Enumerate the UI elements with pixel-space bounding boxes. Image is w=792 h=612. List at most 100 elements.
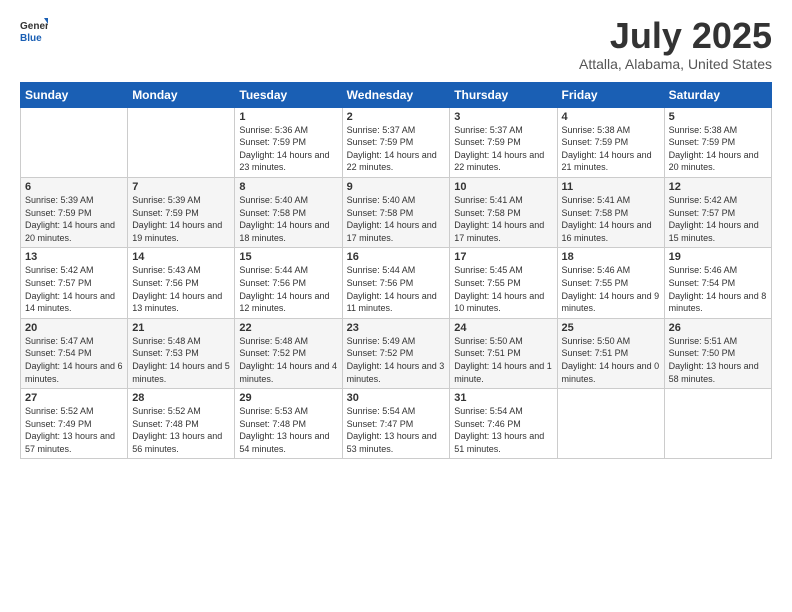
day-info: Sunrise: 5:42 AM Sunset: 7:57 PM Dayligh… [25,264,123,314]
table-row: 21Sunrise: 5:48 AM Sunset: 7:53 PM Dayli… [128,318,235,388]
title-block: July 2025 Attalla, Alabama, United State… [579,16,772,72]
day-number: 5 [669,111,767,123]
table-row: 19Sunrise: 5:46 AM Sunset: 7:54 PM Dayli… [664,248,771,318]
table-row: 30Sunrise: 5:54 AM Sunset: 7:47 PM Dayli… [342,389,450,459]
day-info: Sunrise: 5:36 AM Sunset: 7:59 PM Dayligh… [239,124,337,174]
table-row: 8Sunrise: 5:40 AM Sunset: 7:58 PM Daylig… [235,177,342,247]
table-row: 23Sunrise: 5:49 AM Sunset: 7:52 PM Dayli… [342,318,450,388]
table-row: 31Sunrise: 5:54 AM Sunset: 7:46 PM Dayli… [450,389,557,459]
day-info: Sunrise: 5:47 AM Sunset: 7:54 PM Dayligh… [25,335,123,385]
day-info: Sunrise: 5:38 AM Sunset: 7:59 PM Dayligh… [562,124,660,174]
day-info: Sunrise: 5:48 AM Sunset: 7:53 PM Dayligh… [132,335,230,385]
day-number: 29 [239,392,337,404]
table-row: 12Sunrise: 5:42 AM Sunset: 7:57 PM Dayli… [664,177,771,247]
day-info: Sunrise: 5:40 AM Sunset: 7:58 PM Dayligh… [239,194,337,244]
col-wednesday: Wednesday [342,82,450,107]
table-row: 2Sunrise: 5:37 AM Sunset: 7:59 PM Daylig… [342,107,450,177]
table-row: 15Sunrise: 5:44 AM Sunset: 7:56 PM Dayli… [235,248,342,318]
table-row: 9Sunrise: 5:40 AM Sunset: 7:58 PM Daylig… [342,177,450,247]
day-number: 11 [562,181,660,193]
day-info: Sunrise: 5:41 AM Sunset: 7:58 PM Dayligh… [454,194,552,244]
day-number: 20 [25,322,123,334]
location-subtitle: Attalla, Alabama, United States [579,56,772,72]
col-saturday: Saturday [664,82,771,107]
day-info: Sunrise: 5:44 AM Sunset: 7:56 PM Dayligh… [239,264,337,314]
day-number: 19 [669,251,767,263]
calendar-week-row: 20Sunrise: 5:47 AM Sunset: 7:54 PM Dayli… [21,318,772,388]
table-row: 24Sunrise: 5:50 AM Sunset: 7:51 PM Dayli… [450,318,557,388]
day-info: Sunrise: 5:44 AM Sunset: 7:56 PM Dayligh… [347,264,446,314]
table-row: 4Sunrise: 5:38 AM Sunset: 7:59 PM Daylig… [557,107,664,177]
day-number: 13 [25,251,123,263]
day-number: 14 [132,251,230,263]
day-info: Sunrise: 5:38 AM Sunset: 7:59 PM Dayligh… [669,124,767,174]
day-info: Sunrise: 5:53 AM Sunset: 7:48 PM Dayligh… [239,405,337,455]
day-number: 21 [132,322,230,334]
table-row: 20Sunrise: 5:47 AM Sunset: 7:54 PM Dayli… [21,318,128,388]
table-row: 28Sunrise: 5:52 AM Sunset: 7:48 PM Dayli… [128,389,235,459]
col-tuesday: Tuesday [235,82,342,107]
day-info: Sunrise: 5:43 AM Sunset: 7:56 PM Dayligh… [132,264,230,314]
calendar-week-row: 6Sunrise: 5:39 AM Sunset: 7:59 PM Daylig… [21,177,772,247]
table-row [557,389,664,459]
calendar-table: Sunday Monday Tuesday Wednesday Thursday… [20,82,772,460]
day-info: Sunrise: 5:50 AM Sunset: 7:51 PM Dayligh… [454,335,552,385]
calendar-week-row: 13Sunrise: 5:42 AM Sunset: 7:57 PM Dayli… [21,248,772,318]
table-row: 5Sunrise: 5:38 AM Sunset: 7:59 PM Daylig… [664,107,771,177]
table-row: 7Sunrise: 5:39 AM Sunset: 7:59 PM Daylig… [128,177,235,247]
day-info: Sunrise: 5:48 AM Sunset: 7:52 PM Dayligh… [239,335,337,385]
day-number: 12 [669,181,767,193]
day-number: 8 [239,181,337,193]
table-row [664,389,771,459]
day-info: Sunrise: 5:39 AM Sunset: 7:59 PM Dayligh… [132,194,230,244]
day-info: Sunrise: 5:40 AM Sunset: 7:58 PM Dayligh… [347,194,446,244]
day-number: 10 [454,181,552,193]
col-friday: Friday [557,82,664,107]
day-number: 27 [25,392,123,404]
day-info: Sunrise: 5:41 AM Sunset: 7:58 PM Dayligh… [562,194,660,244]
page-header: General Blue July 2025 Attalla, Alabama,… [20,16,772,72]
day-info: Sunrise: 5:46 AM Sunset: 7:54 PM Dayligh… [669,264,767,314]
day-number: 4 [562,111,660,123]
logo: General Blue [20,16,48,44]
day-info: Sunrise: 5:50 AM Sunset: 7:51 PM Dayligh… [562,335,660,385]
col-thursday: Thursday [450,82,557,107]
table-row: 10Sunrise: 5:41 AM Sunset: 7:58 PM Dayli… [450,177,557,247]
table-row: 6Sunrise: 5:39 AM Sunset: 7:59 PM Daylig… [21,177,128,247]
table-row [21,107,128,177]
day-info: Sunrise: 5:39 AM Sunset: 7:59 PM Dayligh… [25,194,123,244]
table-row: 1Sunrise: 5:36 AM Sunset: 7:59 PM Daylig… [235,107,342,177]
table-row: 13Sunrise: 5:42 AM Sunset: 7:57 PM Dayli… [21,248,128,318]
svg-text:General: General [20,21,48,32]
day-number: 25 [562,322,660,334]
day-number: 23 [347,322,446,334]
col-monday: Monday [128,82,235,107]
table-row: 25Sunrise: 5:50 AM Sunset: 7:51 PM Dayli… [557,318,664,388]
day-number: 1 [239,111,337,123]
month-year-title: July 2025 [579,16,772,56]
day-info: Sunrise: 5:37 AM Sunset: 7:59 PM Dayligh… [347,124,446,174]
day-number: 18 [562,251,660,263]
table-row: 17Sunrise: 5:45 AM Sunset: 7:55 PM Dayli… [450,248,557,318]
day-number: 17 [454,251,552,263]
col-sunday: Sunday [21,82,128,107]
table-row: 26Sunrise: 5:51 AM Sunset: 7:50 PM Dayli… [664,318,771,388]
calendar-week-row: 1Sunrise: 5:36 AM Sunset: 7:59 PM Daylig… [21,107,772,177]
svg-text:Blue: Blue [20,33,42,44]
calendar-header-row: Sunday Monday Tuesday Wednesday Thursday… [21,82,772,107]
day-number: 7 [132,181,230,193]
table-row: 18Sunrise: 5:46 AM Sunset: 7:55 PM Dayli… [557,248,664,318]
table-row [128,107,235,177]
table-row: 3Sunrise: 5:37 AM Sunset: 7:59 PM Daylig… [450,107,557,177]
table-row: 22Sunrise: 5:48 AM Sunset: 7:52 PM Dayli… [235,318,342,388]
day-info: Sunrise: 5:54 AM Sunset: 7:47 PM Dayligh… [347,405,446,455]
day-number: 2 [347,111,446,123]
day-info: Sunrise: 5:45 AM Sunset: 7:55 PM Dayligh… [454,264,552,314]
day-number: 15 [239,251,337,263]
day-number: 28 [132,392,230,404]
table-row: 14Sunrise: 5:43 AM Sunset: 7:56 PM Dayli… [128,248,235,318]
day-number: 26 [669,322,767,334]
table-row: 11Sunrise: 5:41 AM Sunset: 7:58 PM Dayli… [557,177,664,247]
logo-icon: General Blue [20,16,48,44]
day-info: Sunrise: 5:54 AM Sunset: 7:46 PM Dayligh… [454,405,552,455]
